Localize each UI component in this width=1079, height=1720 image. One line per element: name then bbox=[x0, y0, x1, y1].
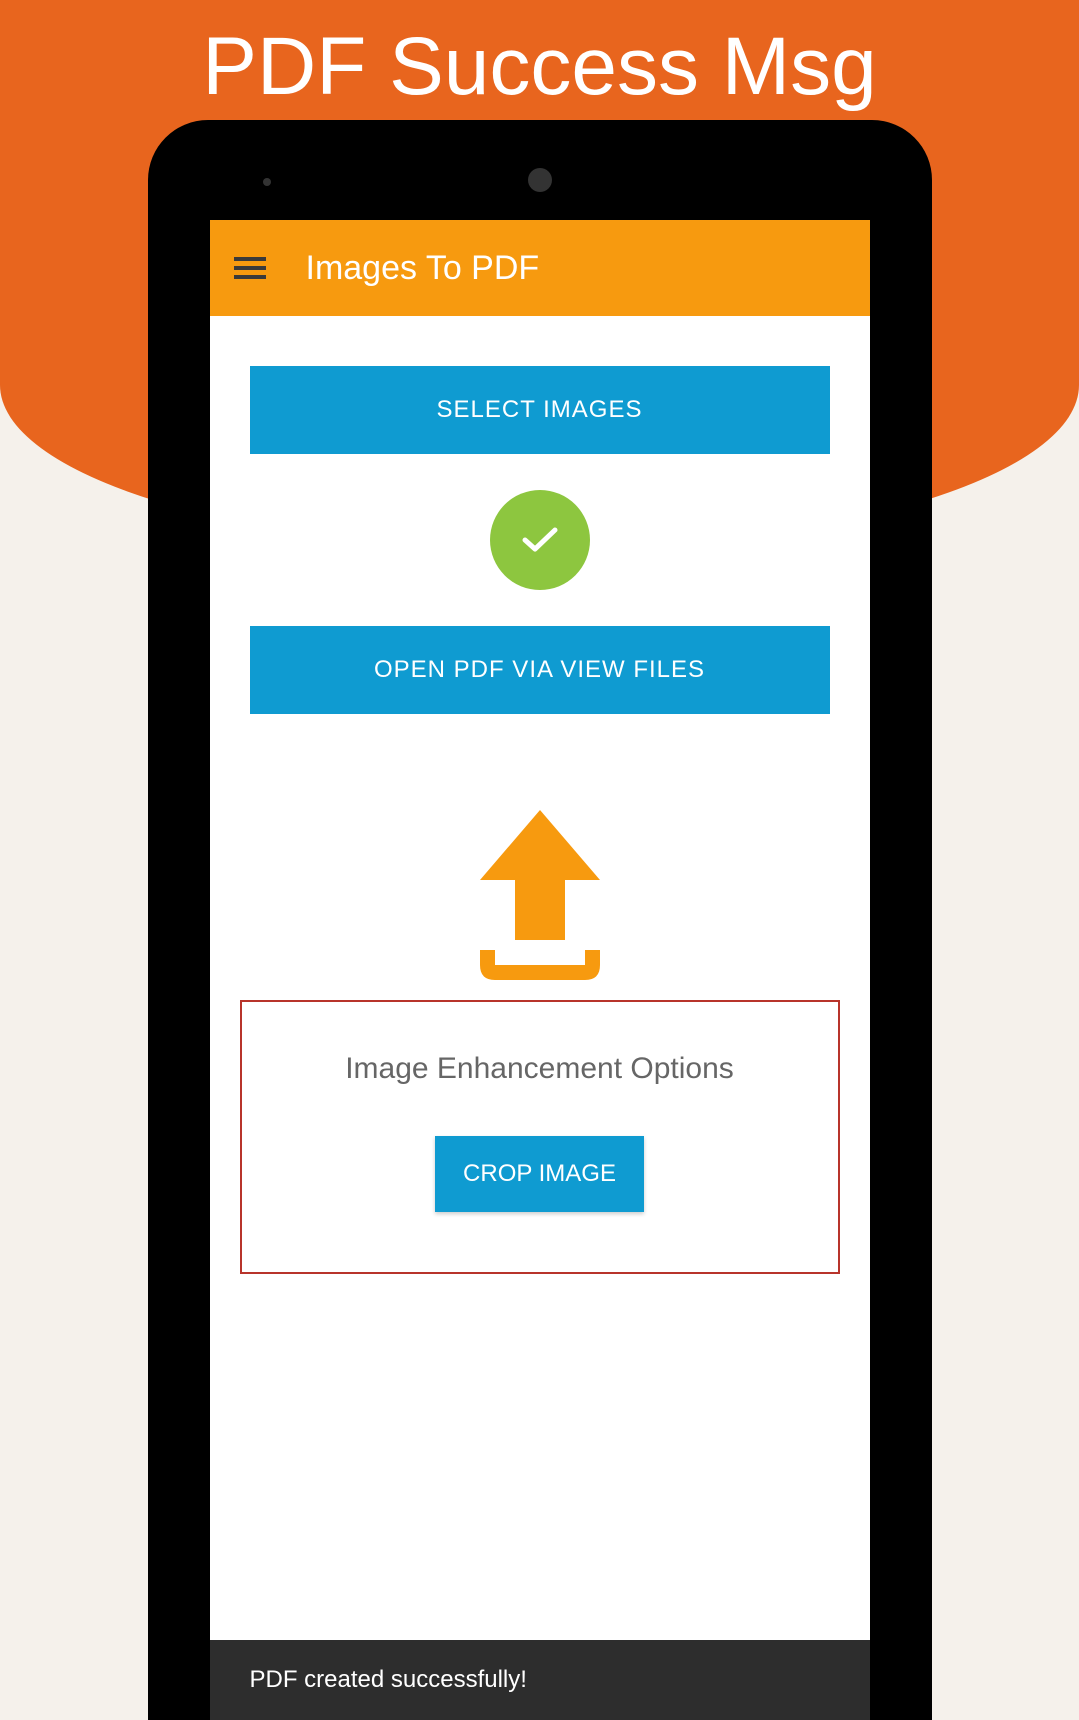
open-pdf-button[interactable]: OPEN PDF VIA VIEW FILES bbox=[250, 626, 830, 714]
promo-title: PDF Success Msg bbox=[202, 20, 876, 114]
success-indicator bbox=[490, 490, 590, 590]
enhancement-title: Image Enhancement Options bbox=[262, 1052, 818, 1086]
phone-camera-dot bbox=[528, 168, 552, 192]
hamburger-menu-icon[interactable] bbox=[234, 257, 266, 279]
select-images-button[interactable]: SELECT IMAGES bbox=[250, 366, 830, 454]
upload-arrow-icon bbox=[460, 810, 620, 980]
app-bar: Images To PDF bbox=[210, 220, 870, 316]
phone-sensor-dot bbox=[263, 178, 271, 186]
enhancement-options-box: Image Enhancement Options CROP IMAGE bbox=[240, 1000, 840, 1274]
checkmark-icon bbox=[520, 525, 560, 555]
app-screen: Images To PDF SELECT IMAGES OPEN PDF VIA… bbox=[210, 220, 870, 1720]
app-title: Images To PDF bbox=[306, 249, 540, 288]
main-content: SELECT IMAGES OPEN PDF VIA VIEW FILES Im… bbox=[210, 316, 870, 1274]
phone-frame: Images To PDF SELECT IMAGES OPEN PDF VIA… bbox=[148, 120, 932, 1720]
crop-image-button[interactable]: CROP IMAGE bbox=[435, 1136, 644, 1212]
success-toast: PDF created successfully! bbox=[210, 1640, 870, 1720]
